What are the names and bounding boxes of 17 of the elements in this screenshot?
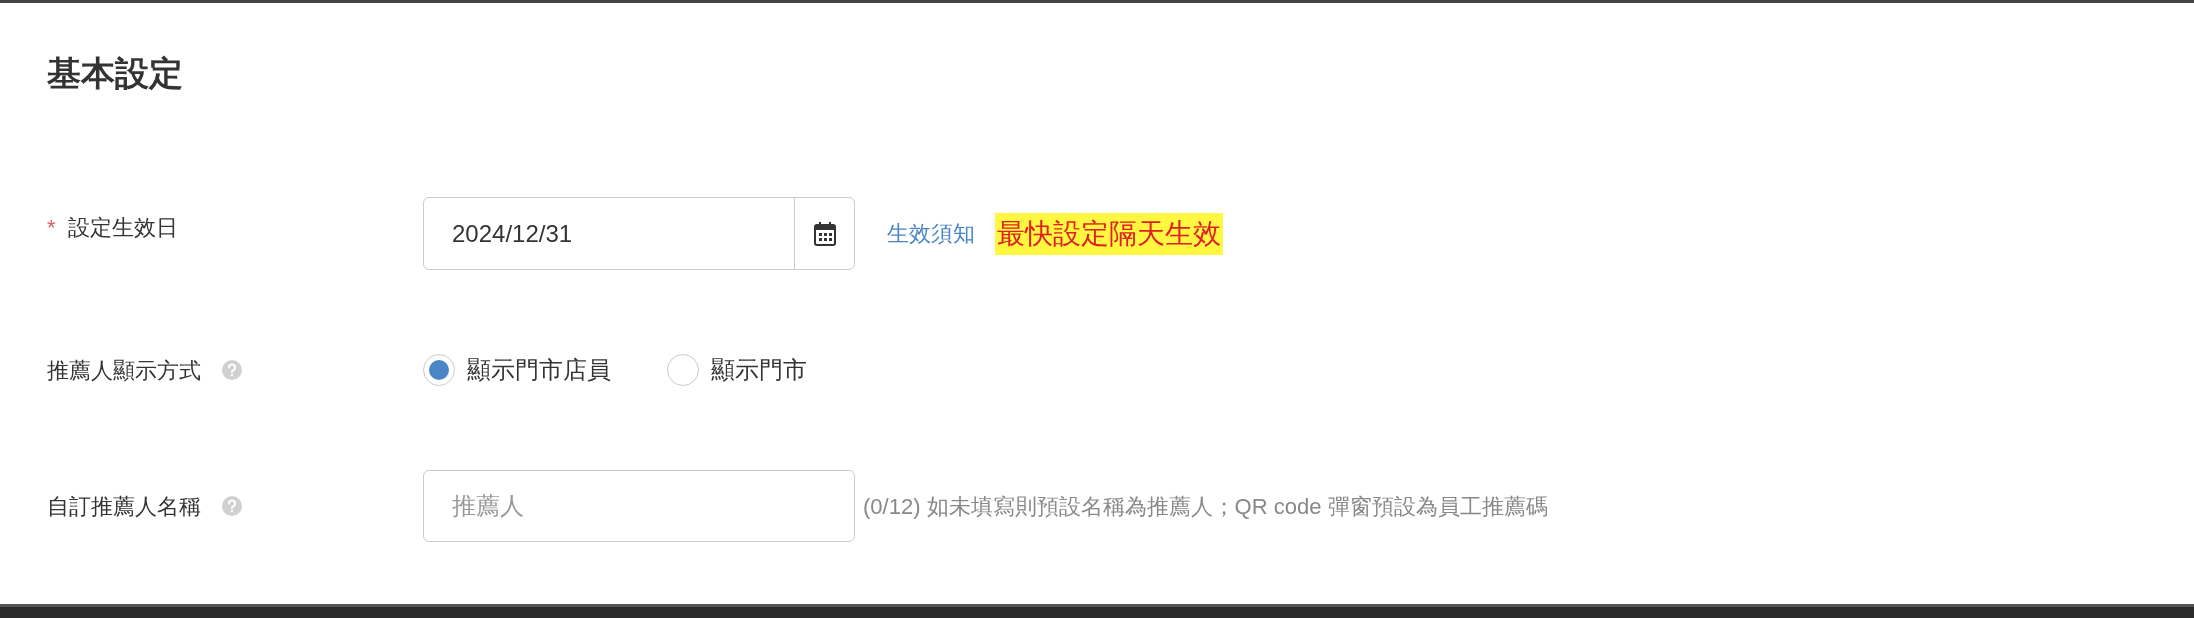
highlight-note: 最快設定隔天生效 <box>995 213 1223 255</box>
radio-option[interactable]: 顯示門市 <box>667 352 807 388</box>
section-title: 基本設定 <box>47 53 183 94</box>
field-label: 設定生效日 <box>67 214 178 242</box>
date-field[interactable]: 2024/12/31 <box>423 197 855 270</box>
field-label: 推薦人顯示方式 <box>47 356 201 385</box>
field-hint: (0/12) 如未填寫則預設名稱為推薦人；QR code 彈窗預設為員工推薦碼 <box>863 492 1548 521</box>
radio-button[interactable] <box>423 354 455 386</box>
field-label: 自訂推薦人名稱 <box>47 492 201 521</box>
effective-notice-link[interactable]: 生效須知 <box>887 217 975 250</box>
name-input-field[interactable]: 推薦人 <box>423 470 855 542</box>
radio-button[interactable] <box>667 354 699 386</box>
help-icon[interactable] <box>221 359 243 381</box>
calendar-icon[interactable] <box>813 221 836 246</box>
radio-option[interactable]: 顯示門市店員 <box>423 352 611 388</box>
help-icon[interactable] <box>221 495 243 517</box>
required-asterisk: * <box>47 214 56 242</box>
